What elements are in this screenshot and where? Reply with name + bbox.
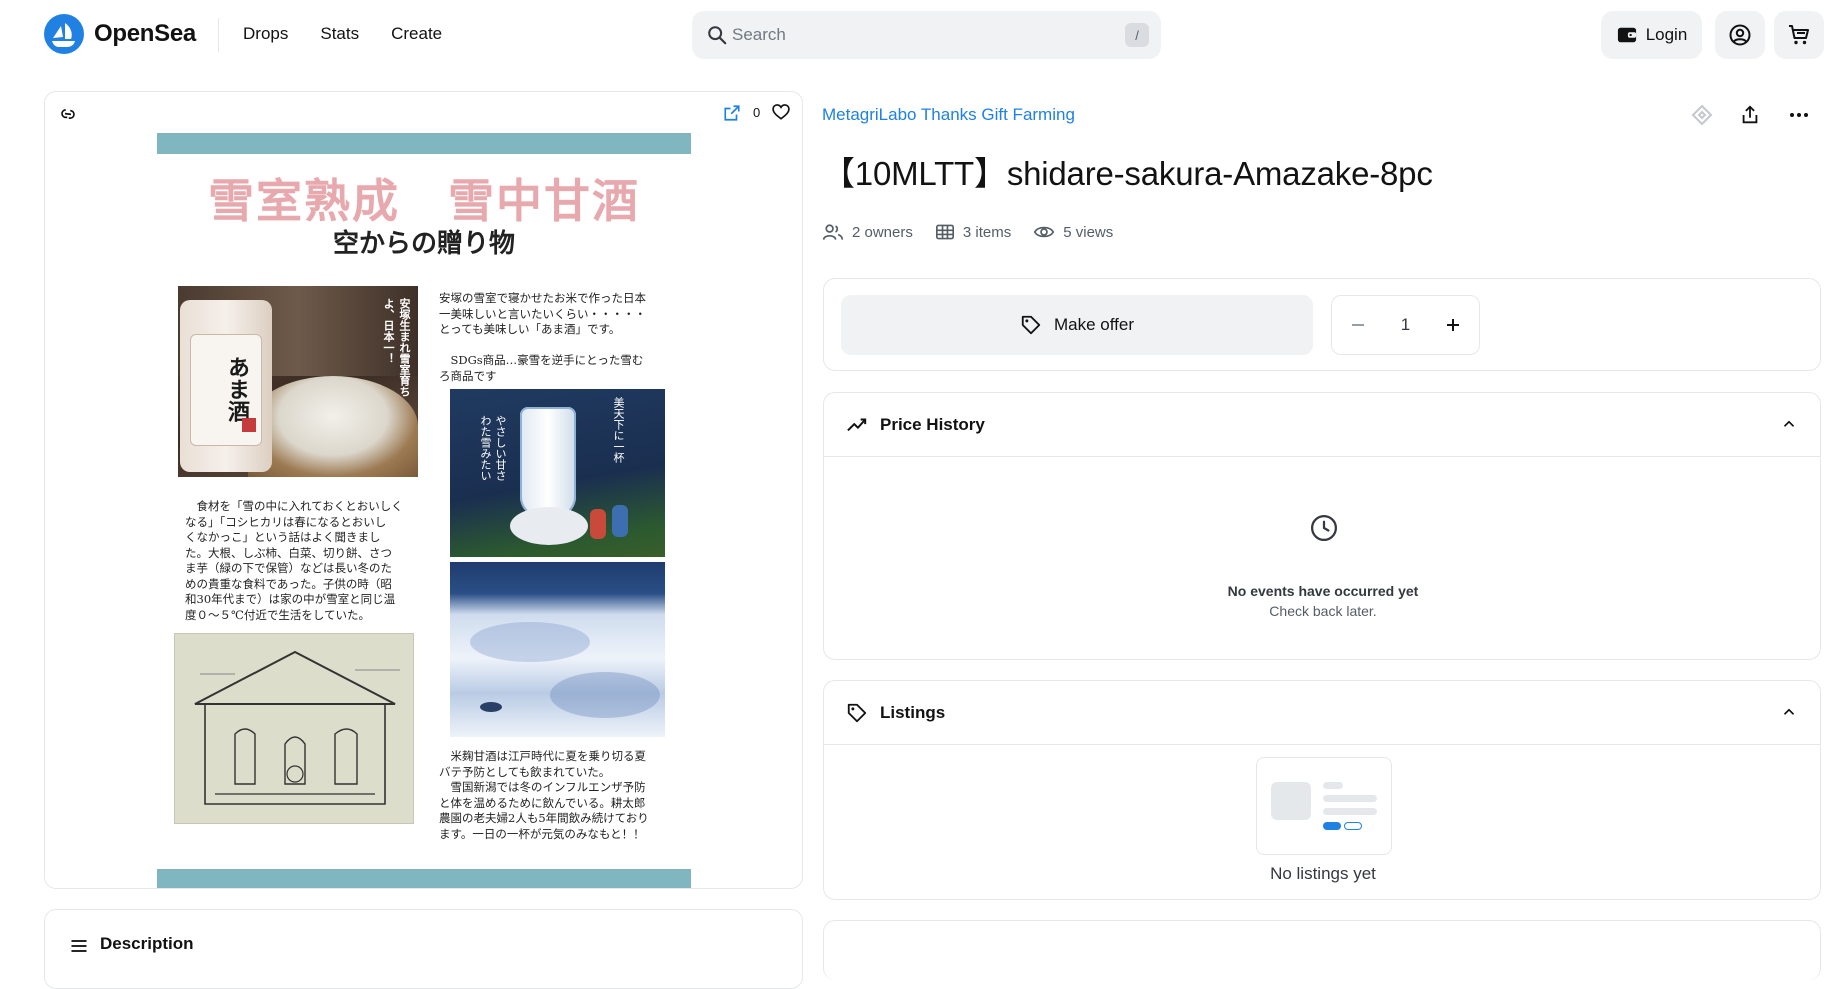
clock-icon: [1311, 515, 1337, 541]
heart-icon[interactable]: [771, 102, 791, 122]
next-panel: [823, 920, 1821, 980]
artwork-top-band: [157, 133, 691, 154]
tag-icon: [1021, 315, 1041, 335]
price-history-header[interactable]: Price History: [824, 393, 1820, 457]
nav-stats[interactable]: Stats: [320, 24, 359, 44]
amazake-package-photo: あま酒 安塚生まれ雪室育ち よ、日本一！: [178, 286, 418, 477]
child-figure: [590, 509, 606, 539]
owners-icon: [822, 224, 844, 240]
description-panel[interactable]: Description: [44, 909, 803, 989]
empty-listings-illustration: [1256, 757, 1392, 855]
owners-stat[interactable]: 2 owners: [822, 222, 913, 242]
pouch-label: あま酒: [224, 356, 250, 422]
search-bar[interactable]: /: [692, 11, 1161, 59]
artwork-bottom-band: [157, 869, 691, 888]
quantity-stepper[interactable]: 1: [1331, 295, 1480, 355]
eye-icon: [1033, 226, 1055, 238]
menu-lines-icon: [71, 940, 87, 952]
listings-header[interactable]: Listings: [824, 681, 1820, 745]
cart-button[interactable]: [1774, 11, 1824, 59]
listings-body: No listings yet: [824, 745, 1820, 899]
farmhouse-sketch: [174, 633, 414, 824]
opensea-logo-icon: [44, 14, 84, 54]
empty-events-subtitle: Check back later.: [1269, 603, 1377, 619]
increase-quantity-button[interactable]: [1443, 315, 1463, 335]
glass-caption-top: 美天下に一杯: [612, 397, 625, 463]
description-title: Description: [100, 934, 194, 953]
external-link-icon[interactable]: [723, 104, 741, 122]
favorites-count: 0: [753, 105, 761, 120]
chevron-up-icon[interactable]: [1780, 415, 1798, 433]
wallet-icon: [1617, 27, 1636, 43]
cart-icon: [1789, 25, 1809, 45]
profile-icon: [1729, 24, 1751, 46]
login-button[interactable]: Login: [1601, 11, 1702, 59]
views-stat: 5 views: [1033, 222, 1113, 242]
child-figure: [612, 505, 628, 537]
glass-caption-side: やさしい甘さ わた雪みたい: [479, 415, 507, 481]
opensea-logo[interactable]: OpenSea: [44, 14, 196, 54]
search-shortcut-key: /: [1125, 23, 1149, 47]
make-offer-label: Make offer: [1053, 315, 1134, 334]
nft-media-card: 0 雪室熟成 雪中甘酒 空からの贈り物 あま酒 安塚生まれ雪室育ち よ、日本一！…: [44, 91, 803, 889]
brand-name: OpenSea: [94, 20, 196, 47]
no-listings-text: No listings yet: [1270, 864, 1376, 883]
nav-create[interactable]: Create: [391, 24, 442, 44]
main-nav: Drops Stats Create: [243, 24, 442, 44]
plus-icon: [1447, 319, 1459, 331]
items-count: 3 items: [962, 223, 1012, 241]
grid-icon: [935, 224, 954, 240]
more-options-icon[interactable]: [1787, 103, 1811, 127]
minus-icon: [1352, 324, 1364, 326]
amazake-pouch: あま酒: [180, 300, 272, 472]
collection-link[interactable]: MetagriLabo Thanks Gift Farming: [822, 105, 1075, 125]
search-icon: [708, 26, 727, 45]
chain-icon[interactable]: [59, 105, 77, 123]
glass-of-amazake: [520, 407, 576, 517]
decrease-quantity-button[interactable]: [1348, 315, 1368, 335]
artwork-text-benefits: 米麹甘酒は江戸時代に夏を乗り切る夏 バテ予防としても飲まれていた。 雪国新潟では…: [439, 749, 649, 841]
nav-drops[interactable]: Drops: [243, 24, 288, 44]
empty-events-title: No events have occurred yet: [1227, 583, 1419, 599]
items-stat: 3 items: [935, 222, 1011, 242]
owners-count: 2 owners: [852, 223, 913, 241]
views-count: 5 views: [1063, 223, 1114, 241]
item-title: 【10MLTT】shidare-sakura-Amazake-8pc: [822, 155, 1433, 192]
purchase-panel: Make offer 1: [823, 278, 1821, 371]
profile-button[interactable]: [1715, 11, 1765, 59]
trend-line-icon: [847, 418, 867, 431]
offers-tag-icon[interactable]: [1690, 103, 1714, 127]
share-icon[interactable]: [1739, 103, 1761, 127]
artwork-subtitle: 空からの贈り物: [332, 229, 515, 259]
tag-icon: [847, 703, 867, 722]
artwork-title: 雪室熟成 雪中甘酒: [208, 174, 640, 228]
price-history-empty: No events have occurred yet Check back l…: [824, 583, 1820, 619]
price-history-body: No events have occurred yet Check back l…: [824, 457, 1820, 659]
glass-coaster: [510, 507, 588, 545]
quantity-value[interactable]: 1: [1401, 315, 1410, 335]
artwork-text-intro: 安塚の雪室で寝かせたお米で作った日本 一美味しいと言いたいくらい・・・・・ とっ…: [439, 291, 646, 383]
price-history-panel: Price History No events have occurred ye…: [823, 392, 1821, 660]
search-input[interactable]: [732, 11, 1092, 59]
nft-artwork[interactable]: 雪室熟成 雪中甘酒 空からの贈り物 あま酒 安塚生まれ雪室育ち よ、日本一！ 安…: [157, 133, 691, 888]
pouch-seal: [242, 418, 256, 432]
login-label: Login: [1645, 25, 1688, 44]
chevron-up-icon[interactable]: [1780, 703, 1798, 721]
listings-panel: Listings No listings yet: [823, 680, 1821, 900]
top-header: OpenSea Drops Stats Create / Login: [0, 0, 1847, 70]
make-offer-button[interactable]: Make offer: [841, 295, 1313, 355]
artwork-text-history: 食材を「雪の中に入れておくとおいしく なる」「コシヒカリは春になるとおいし くな…: [185, 499, 403, 622]
item-stats: 2 owners 3 items 5 views: [822, 222, 1113, 242]
header-divider: [218, 18, 219, 52]
price-history-title: Price History: [880, 414, 985, 434]
package-side-caption: 安塚生まれ雪室育ち よ、日本一！: [382, 298, 411, 397]
listings-title: Listings: [880, 702, 946, 722]
amazake-glass-photo: 美天下に一杯 やさしい甘さ わた雪みたい: [450, 389, 665, 557]
snow-field-photo: [450, 562, 665, 737]
